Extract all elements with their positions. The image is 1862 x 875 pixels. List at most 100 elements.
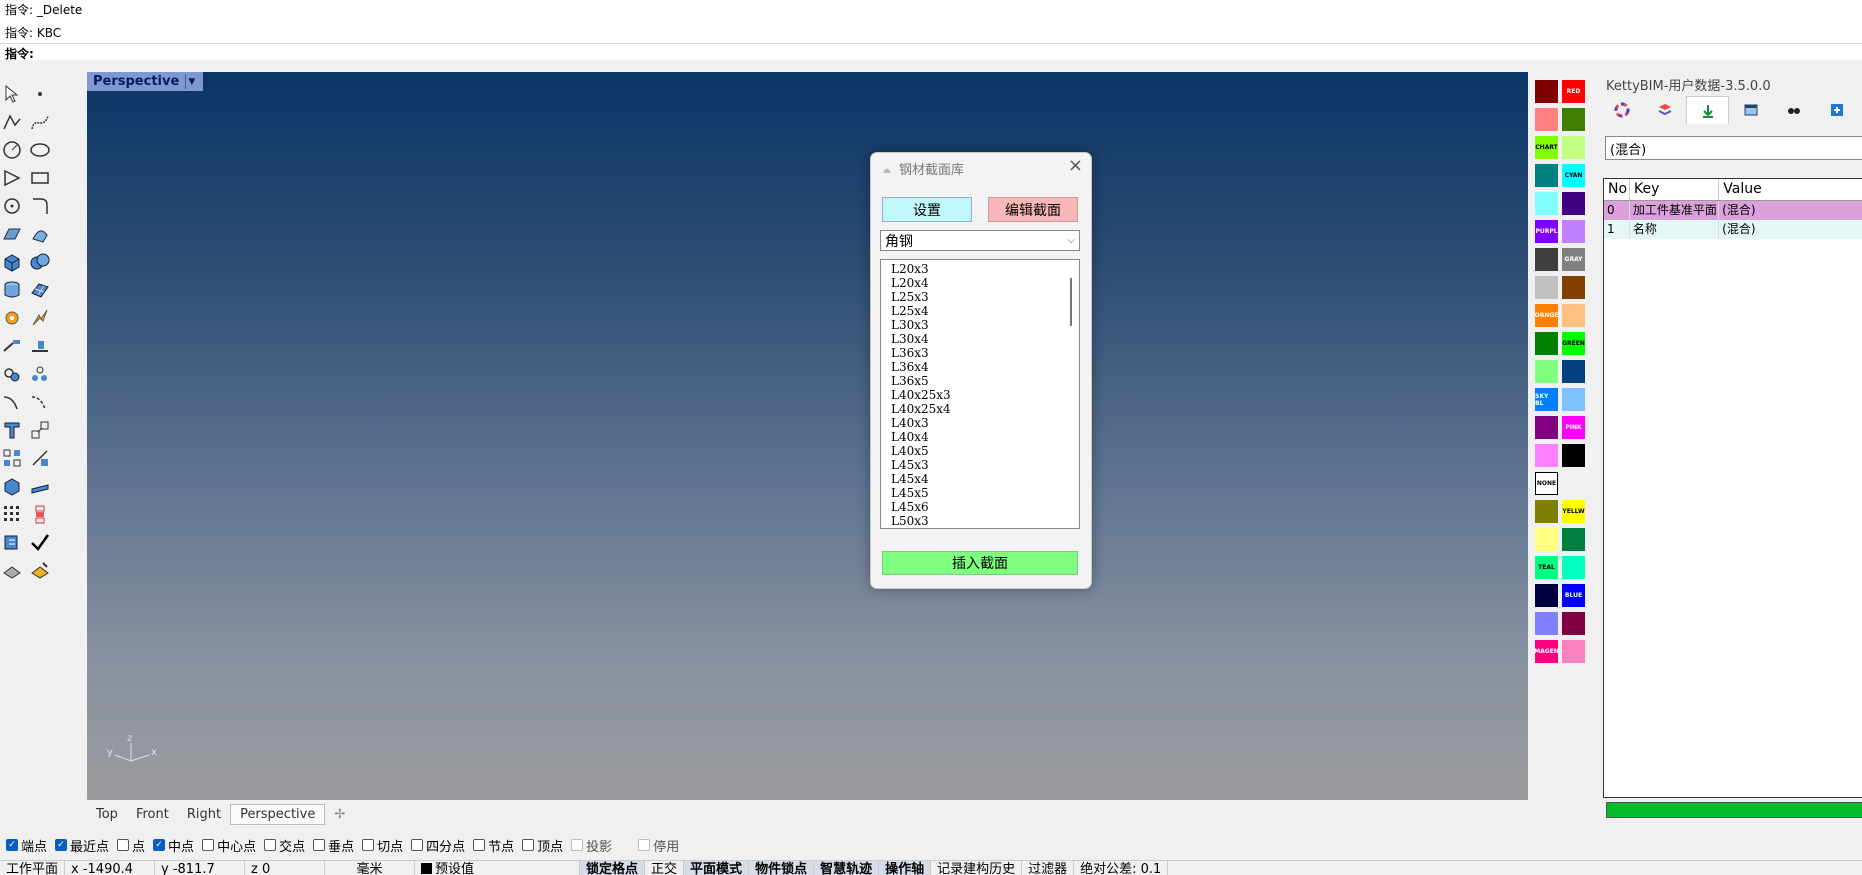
list-item[interactable]: L45x6	[881, 500, 1079, 514]
group-icon[interactable]	[0, 362, 24, 386]
list-item[interactable]: L40x25x3	[881, 388, 1079, 402]
user-data-icon[interactable]	[1686, 96, 1729, 124]
color-swatch[interactable]	[1562, 360, 1585, 383]
osnap-item[interactable]: ✓ 中点	[153, 836, 194, 855]
color-swatch[interactable]: RED	[1562, 80, 1585, 103]
list-item[interactable]: L40x5	[881, 444, 1079, 458]
add-viewport-icon[interactable]: ✢	[325, 805, 354, 824]
osnap-checkbox[interactable]	[638, 839, 651, 851]
list-item[interactable]: L20x4	[881, 276, 1079, 290]
osnap-item[interactable]: ✓ 端点	[6, 836, 47, 855]
row-value[interactable]: (混合)	[1719, 201, 1862, 220]
list-item[interactable]: L45x4	[881, 472, 1079, 486]
osnap-checkbox[interactable]	[473, 839, 486, 851]
list-item[interactable]: L45x3	[881, 458, 1079, 472]
color-swatch[interactable]: GRAY	[1562, 248, 1585, 271]
check-icon[interactable]	[28, 530, 52, 554]
cplane-label[interactable]: 工作平面	[0, 861, 66, 875]
tab-right[interactable]: Right	[178, 805, 230, 824]
perspective-viewport[interactable]: Perspective ▼ z x y	[87, 72, 1528, 800]
list-item[interactable]: L40x25x4	[881, 402, 1079, 416]
color-swatch[interactable]: PURPL	[1535, 220, 1558, 243]
grid-dots-icon[interactable]	[0, 502, 24, 526]
list-item[interactable]: L25x4	[881, 304, 1079, 318]
column-header-no[interactable]: No	[1604, 179, 1630, 200]
color-swatch[interactable]	[1562, 472, 1585, 495]
settings-button[interactable]: 设置	[882, 197, 972, 222]
color-swatch[interactable]: SKY BL	[1535, 388, 1558, 411]
grid-snap-toggle[interactable]: 锁定格点	[580, 861, 646, 875]
dialog-titlebar[interactable]: 钢材截面库	[881, 159, 964, 178]
color-swatch[interactable]	[1535, 248, 1558, 271]
planar-toggle[interactable]: 平面模式	[684, 861, 750, 875]
color-swatch[interactable]	[1562, 528, 1585, 551]
osnap-item[interactable]: 顶点	[522, 836, 563, 855]
split-icon[interactable]	[28, 390, 52, 414]
table-row[interactable]: 1 名称 (混合)	[1604, 220, 1862, 239]
select-arrow-icon[interactable]	[0, 82, 24, 106]
color-swatch[interactable]	[1535, 192, 1558, 215]
box-icon[interactable]	[0, 250, 24, 274]
color-swatch[interactable]	[1535, 584, 1558, 607]
list-item[interactable]: L20x3	[881, 262, 1079, 276]
curve-icon[interactable]	[28, 110, 52, 134]
color-swatch[interactable]	[1562, 612, 1585, 635]
color-swatch[interactable]	[1562, 108, 1585, 131]
boolean-icon[interactable]	[28, 250, 52, 274]
column-header-key[interactable]: Key	[1630, 179, 1720, 200]
dimension-icon[interactable]	[28, 446, 52, 470]
color-swatch[interactable]	[1562, 388, 1585, 411]
osnap-item[interactable]: 垂点	[313, 836, 354, 855]
osnap-item[interactable]: 切点	[362, 836, 403, 855]
color-swatch[interactable]: MAGEN	[1535, 640, 1558, 663]
list-item[interactable]: L36x4	[881, 360, 1079, 374]
osnap-item[interactable]: 节点	[473, 836, 514, 855]
tab-front[interactable]: Front	[127, 805, 178, 824]
color-swatch[interactable]	[1535, 108, 1558, 131]
color-swatch[interactable]	[1535, 500, 1558, 523]
fillet-icon[interactable]	[28, 194, 52, 218]
column-header-value[interactable]: Value	[1719, 179, 1862, 200]
explode-icon[interactable]	[28, 362, 52, 386]
history-toggle[interactable]: 记录建构历史	[931, 861, 1023, 875]
color-swatch[interactable]: GREEN	[1562, 332, 1585, 355]
display-icon[interactable]	[1772, 96, 1815, 124]
osnap-checkbox[interactable]	[571, 839, 584, 851]
arc-icon[interactable]	[0, 194, 24, 218]
rectangle-icon[interactable]	[28, 166, 52, 190]
osnap-item[interactable]: ✓ 最近点	[55, 836, 109, 855]
list-item[interactable]: L25x3	[881, 290, 1079, 304]
gumball-toggle[interactable]: 操作轴	[879, 861, 932, 875]
row-value[interactable]: (混合)	[1719, 220, 1862, 239]
list-item[interactable]: L30x3	[881, 318, 1079, 332]
edit-section-button[interactable]: 编辑截面	[988, 197, 1078, 222]
layers-icon[interactable]	[1643, 96, 1686, 124]
tab-perspective[interactable]: Perspective	[230, 803, 326, 825]
osnap-item[interactable]: 中心点	[202, 836, 256, 855]
color-swatch[interactable]: CYAN	[1562, 164, 1585, 187]
color-swatch[interactable]	[1535, 444, 1558, 467]
render-icon[interactable]	[0, 558, 24, 582]
color-swatch[interactable]	[1535, 612, 1558, 635]
list-item[interactable]: L50x3	[881, 514, 1079, 528]
color-swatch[interactable]: ORNGE	[1535, 304, 1558, 327]
viewport-menu-chevron-icon[interactable]: ▼	[185, 74, 197, 89]
loft-icon[interactable]	[28, 222, 52, 246]
list-item[interactable]: L30x4	[881, 332, 1079, 346]
trim-icon[interactable]	[0, 390, 24, 414]
color-swatch[interactable]	[1535, 360, 1558, 383]
move-icon[interactable]	[0, 334, 24, 358]
color-swatch[interactable]	[1562, 220, 1585, 243]
color-swatch[interactable]	[1535, 528, 1558, 551]
color-swatch[interactable]	[1535, 332, 1558, 355]
osnap-checkbox[interactable]	[117, 839, 130, 851]
color-swatch[interactable]	[1535, 416, 1558, 439]
ortho-toggle[interactable]: 正交	[645, 861, 685, 875]
array-icon[interactable]	[0, 446, 24, 470]
color-swatch[interactable]: YELLW	[1562, 500, 1585, 523]
ellipse-icon[interactable]	[28, 138, 52, 162]
list-item[interactable]: L36x5	[881, 374, 1079, 388]
text-icon[interactable]	[0, 418, 24, 442]
osnap-checkbox[interactable]	[264, 839, 277, 851]
color-swatch[interactable]	[1562, 444, 1585, 467]
